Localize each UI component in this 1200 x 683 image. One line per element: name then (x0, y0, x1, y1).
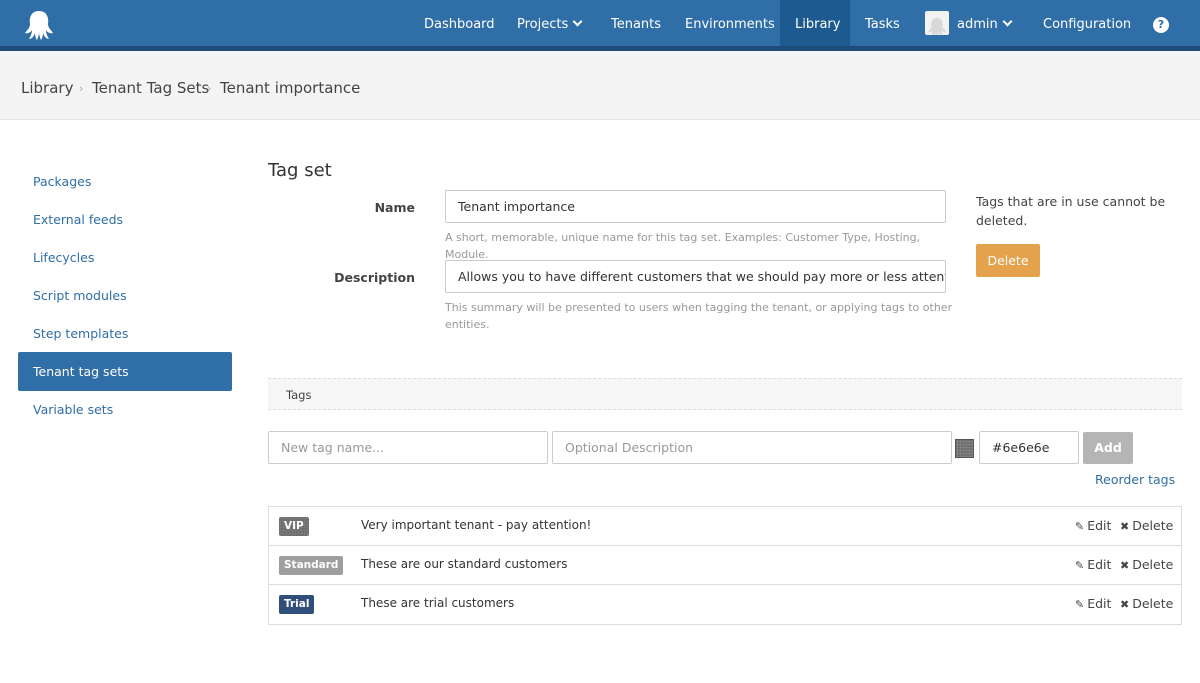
nav-tasks[interactable]: Tasks (850, 0, 915, 46)
chevron-down-icon (1002, 16, 1013, 27)
avatar (925, 10, 949, 35)
nav-user-menu[interactable]: admin (910, 0, 1026, 46)
sidebar-item-packages[interactable]: Packages (18, 163, 232, 201)
page-title: Tag set (268, 160, 332, 181)
delete-tag-button[interactable]: ✖ Delete (1120, 518, 1173, 533)
description-label: Description (334, 270, 415, 285)
name-field[interactable]: Tenant importance (445, 190, 946, 223)
sidebar-item-step-templates[interactable]: Step templates (18, 315, 232, 353)
tag-badge: VIP (279, 517, 309, 536)
close-icon: ✖ (1120, 598, 1130, 611)
chevron-right-icon: › (207, 82, 212, 95)
edit-tag-button[interactable]: ✎ Edit (1075, 518, 1111, 533)
add-tag-button[interactable]: Add (1083, 432, 1133, 464)
nav-dashboard-label: Dashboard (424, 17, 495, 32)
chevron-down-icon (572, 16, 583, 27)
sidebar-item-tenant-tag-sets[interactable]: Tenant tag sets (18, 352, 232, 391)
delete-label: Delete (1132, 518, 1174, 533)
color-swatch[interactable] (955, 439, 974, 458)
tags-table: VIP Very important tenant - pay attentio… (268, 506, 1182, 625)
octopus-logo-icon[interactable] (22, 8, 56, 42)
edit-label: Edit (1087, 596, 1112, 611)
close-icon: ✖ (1120, 559, 1130, 572)
pencil-icon: ✎ (1075, 559, 1085, 572)
reorder-tags-link[interactable]: Reorder tags (1095, 472, 1175, 487)
nav-tasks-label: Tasks (865, 17, 900, 32)
nav-library[interactable]: Library (780, 0, 850, 46)
delete-tag-button[interactable]: ✖ Delete (1120, 596, 1173, 611)
nav-environments-label: Environments (685, 17, 775, 32)
delete-label: Delete (1132, 596, 1174, 611)
name-label: Name (374, 200, 415, 215)
table-row: VIP Very important tenant - pay attentio… (269, 507, 1181, 546)
nav-environments[interactable]: Environments (670, 0, 790, 46)
tags-section-header: Tags (268, 378, 1182, 410)
tag-badge: Standard (279, 556, 344, 575)
octopus-avatar-icon (928, 17, 946, 35)
pencil-icon: ✎ (1075, 520, 1085, 533)
breadcrumb-library[interactable]: Library (21, 79, 73, 97)
delete-note: Tags that are in use cannot be deleted. (976, 194, 1166, 228)
tag-description: Very important tenant - pay attention! (361, 518, 592, 532)
pencil-icon: ✎ (1075, 598, 1085, 611)
nav-projects-label: Projects (517, 17, 569, 32)
tag-color-input[interactable]: #6e6e6e (979, 431, 1079, 464)
nav-library-label: Library (795, 17, 841, 32)
table-row: Standard These are our standard customer… (269, 546, 1181, 585)
close-icon: ✖ (1120, 520, 1130, 533)
edit-label: Edit (1087, 557, 1112, 572)
nav-configuration-label: Configuration (1043, 17, 1132, 32)
sidebar-item-script-modules[interactable]: Script modules (18, 277, 232, 315)
nav-dashboard[interactable]: Dashboard (409, 0, 510, 46)
edit-tag-button[interactable]: ✎ Edit (1075, 596, 1111, 611)
nav-configuration[interactable]: Configuration (1028, 0, 1146, 46)
tag-description-input[interactable]: Optional Description (552, 431, 952, 464)
edit-tag-button[interactable]: ✎ Edit (1075, 557, 1111, 572)
description-field[interactable]: Allows you to have different customers t… (445, 260, 946, 293)
nav-tenants-label: Tenants (611, 17, 662, 32)
delete-tag-button[interactable]: ✖ Delete (1120, 557, 1173, 572)
delete-label: Delete (1132, 557, 1174, 572)
nav-tenants[interactable]: Tenants (596, 0, 676, 46)
tag-badge: Trial (279, 595, 315, 614)
breadcrumb: Library › Tenant Tag Sets › Tenant impor… (0, 51, 1200, 120)
tag-description: These are our standard customers (361, 557, 568, 571)
edit-label: Edit (1087, 518, 1112, 533)
name-hint: A short, memorable, unique name for this… (445, 231, 921, 261)
new-tag-name-input[interactable]: New tag name... (268, 431, 548, 464)
breadcrumb-tenant-tag-sets[interactable]: Tenant Tag Sets (92, 79, 209, 97)
tag-description: These are trial customers (361, 596, 515, 610)
nav-projects[interactable]: Projects (502, 0, 596, 46)
delete-tag-set-button[interactable]: Delete (976, 244, 1040, 277)
breadcrumb-current: Tenant importance (220, 79, 361, 97)
sidebar-item-external-feeds[interactable]: External feeds (18, 201, 232, 239)
chevron-right-icon: › (79, 82, 84, 95)
help-icon[interactable]: ? (1153, 17, 1169, 33)
top-nav: Dashboard Projects Tenants Environments … (0, 0, 1200, 51)
sidebar-item-lifecycles[interactable]: Lifecycles (18, 239, 232, 277)
description-hint: This summary will be presented to users … (445, 301, 953, 331)
sidebar-item-variable-sets[interactable]: Variable sets (18, 391, 232, 429)
nav-user-label: admin (957, 17, 998, 32)
table-row: Trial These are trial customers ✎ Edit ✖ D… (269, 585, 1181, 624)
